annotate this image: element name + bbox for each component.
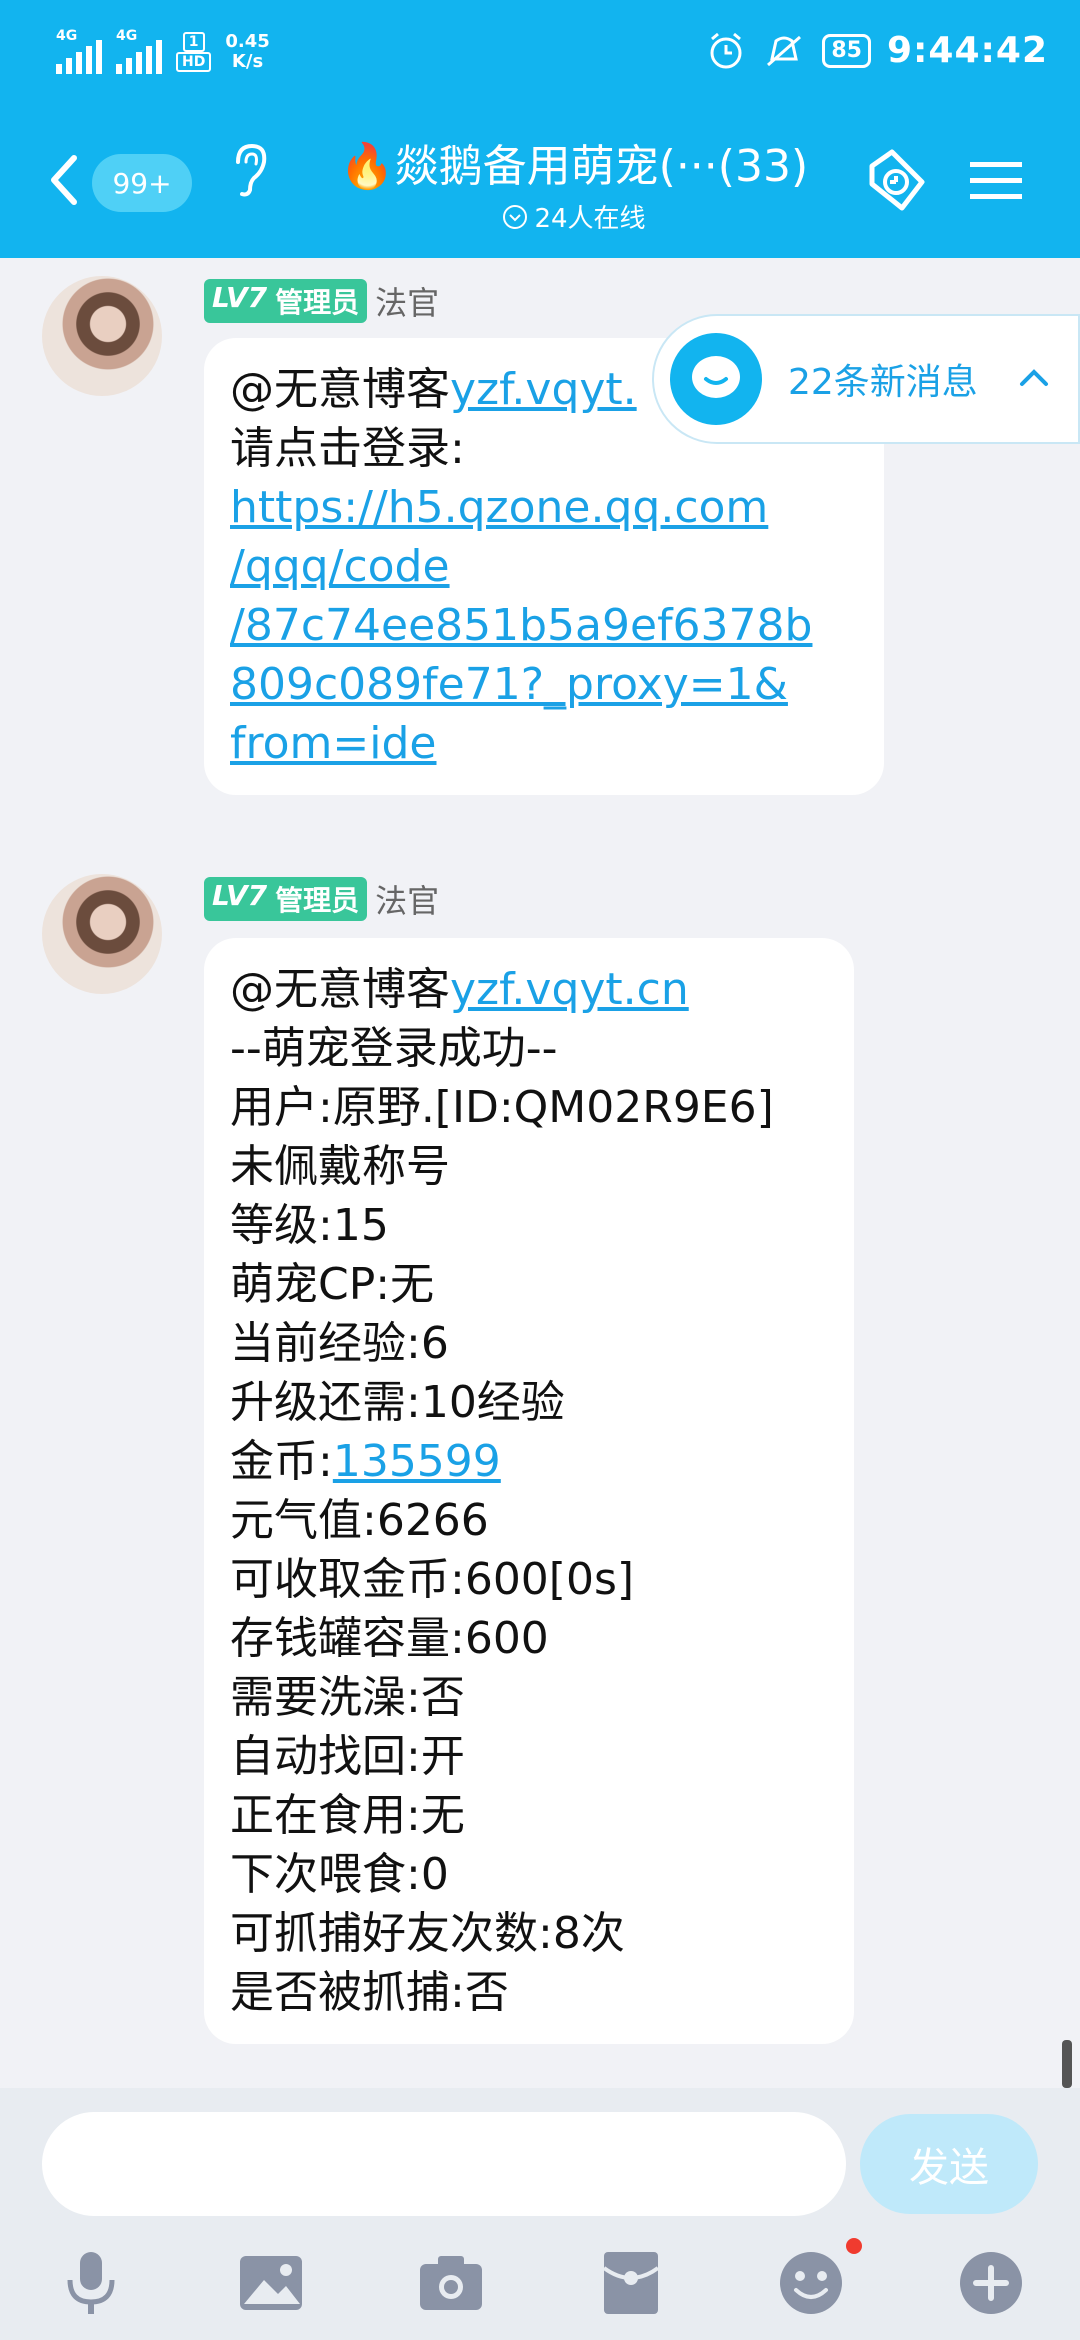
status-bar: 4G 4G 1 HD 0.45 K/s 85 9:44:42 bbox=[0, 0, 1080, 110]
online-count: 24人在线 bbox=[296, 198, 852, 235]
vibrate-mute-icon bbox=[767, 35, 802, 66]
scrollbar-thumb[interactable] bbox=[1062, 2040, 1072, 2088]
message-mention-line: @无意博客yzf.vqyt.cn bbox=[230, 964, 689, 1015]
network-type-label: 4G bbox=[116, 28, 138, 44]
mention-link[interactable]: yzf.vqyt. bbox=[450, 364, 637, 415]
alarm-icon bbox=[710, 32, 742, 68]
battery-indicator: 85 bbox=[822, 33, 871, 68]
message-text: 需要洗澡:否 bbox=[230, 1672, 465, 1723]
message-text: 自动找回:开 bbox=[230, 1731, 465, 1782]
avatar[interactable] bbox=[42, 276, 162, 396]
message-text: --萌宠登录成功-- bbox=[230, 1023, 558, 1074]
login-url-link[interactable]: https://h5.qzone.qq.com /qqq/code /87c74… bbox=[230, 478, 858, 773]
chat-header: 99+ 🔥燚鹅备用萌宠(···(33) 24人在线 bbox=[0, 110, 1080, 258]
mention-link[interactable]: yzf.vqyt.cn bbox=[450, 964, 689, 1015]
plus-icon[interactable] bbox=[956, 2248, 1026, 2318]
signal-icon: 4G bbox=[56, 28, 102, 74]
message-list[interactable]: LV7 管理员 法官 @无意博客yzf.vqyt. 请点击登录: https://… bbox=[0, 258, 1080, 2088]
message-text: 正在食用:无 bbox=[230, 1790, 465, 1841]
sender-line: LV7 管理员 法官 bbox=[204, 278, 439, 324]
sender-line: LV7 管理员 法官 bbox=[204, 876, 439, 922]
unread-count-badge[interactable]: 99+ bbox=[92, 154, 192, 212]
earpiece-mode-icon[interactable] bbox=[228, 140, 272, 200]
coin-line: 金币:135599 bbox=[230, 1436, 501, 1487]
menu-icon[interactable] bbox=[968, 156, 1024, 206]
network-speed: 0.45 K/s bbox=[225, 31, 270, 72]
microphone-icon[interactable] bbox=[56, 2248, 126, 2318]
send-button[interactable]: 发送 bbox=[860, 2114, 1038, 2214]
message-text: 升级还需:10经验 bbox=[230, 1377, 565, 1428]
sender-name[interactable]: 法官 bbox=[375, 876, 439, 922]
group-app-icon[interactable] bbox=[858, 146, 932, 220]
message-text: 存钱罐容量:600 bbox=[230, 1613, 549, 1664]
message-text: 用户:原野.[ID:QM02R9E6] bbox=[230, 1082, 774, 1133]
message-text: 萌宠CP:无 bbox=[230, 1259, 435, 1310]
network-type-label: 4G bbox=[56, 28, 78, 44]
clock: 9:44:42 bbox=[886, 30, 1048, 71]
member-level-badge: LV7 管理员 bbox=[204, 279, 368, 323]
input-bar: 发送 bbox=[0, 2088, 1080, 2340]
back-arrow-icon[interactable] bbox=[40, 150, 90, 210]
message-text: 元气值:6266 bbox=[230, 1495, 489, 1546]
notification-dot bbox=[846, 2238, 862, 2254]
member-level-badge: LV7 管理员 bbox=[204, 877, 368, 921]
message-text: 是否被抓捕:否 bbox=[230, 1967, 509, 2018]
signal-icon: 4G bbox=[116, 28, 162, 74]
message-text: 下次喂食:0 bbox=[230, 1849, 449, 1900]
message-text: 当前经验:6 bbox=[230, 1318, 449, 1369]
message-text: 可抓捕好友次数:8次 bbox=[230, 1908, 625, 1959]
chat-title[interactable]: 🔥燚鹅备用萌宠(···(33) bbox=[296, 130, 852, 194]
new-messages-label: 22条新消息 bbox=[788, 362, 978, 403]
hd-icon: 1 HD bbox=[176, 32, 212, 72]
image-icon[interactable] bbox=[236, 2248, 306, 2318]
message-input[interactable] bbox=[42, 2112, 846, 2216]
new-messages-button[interactable]: 22条新消息 bbox=[652, 314, 1080, 444]
sender-name[interactable]: 法官 bbox=[375, 278, 439, 324]
camera-icon[interactable] bbox=[416, 2248, 486, 2318]
message-text: 未佩戴称号 bbox=[230, 1141, 450, 1192]
message-bubble[interactable]: @无意博客yzf.vqyt.cn --萌宠登录成功-- 用户:原野.[ID:QM… bbox=[204, 938, 854, 2044]
emoji-icon[interactable] bbox=[776, 2248, 846, 2318]
red-packet-icon[interactable] bbox=[596, 2248, 666, 2318]
coin-value-link[interactable]: 135599 bbox=[333, 1436, 501, 1487]
avatar[interactable] bbox=[42, 874, 162, 994]
chevron-circle-icon bbox=[503, 204, 528, 229]
message-text: 可收取金币:600[0s] bbox=[230, 1554, 635, 1605]
chat-bubble-icon bbox=[670, 333, 762, 425]
message-text: 等级:15 bbox=[230, 1200, 389, 1251]
chevron-up-icon bbox=[1020, 369, 1048, 386]
